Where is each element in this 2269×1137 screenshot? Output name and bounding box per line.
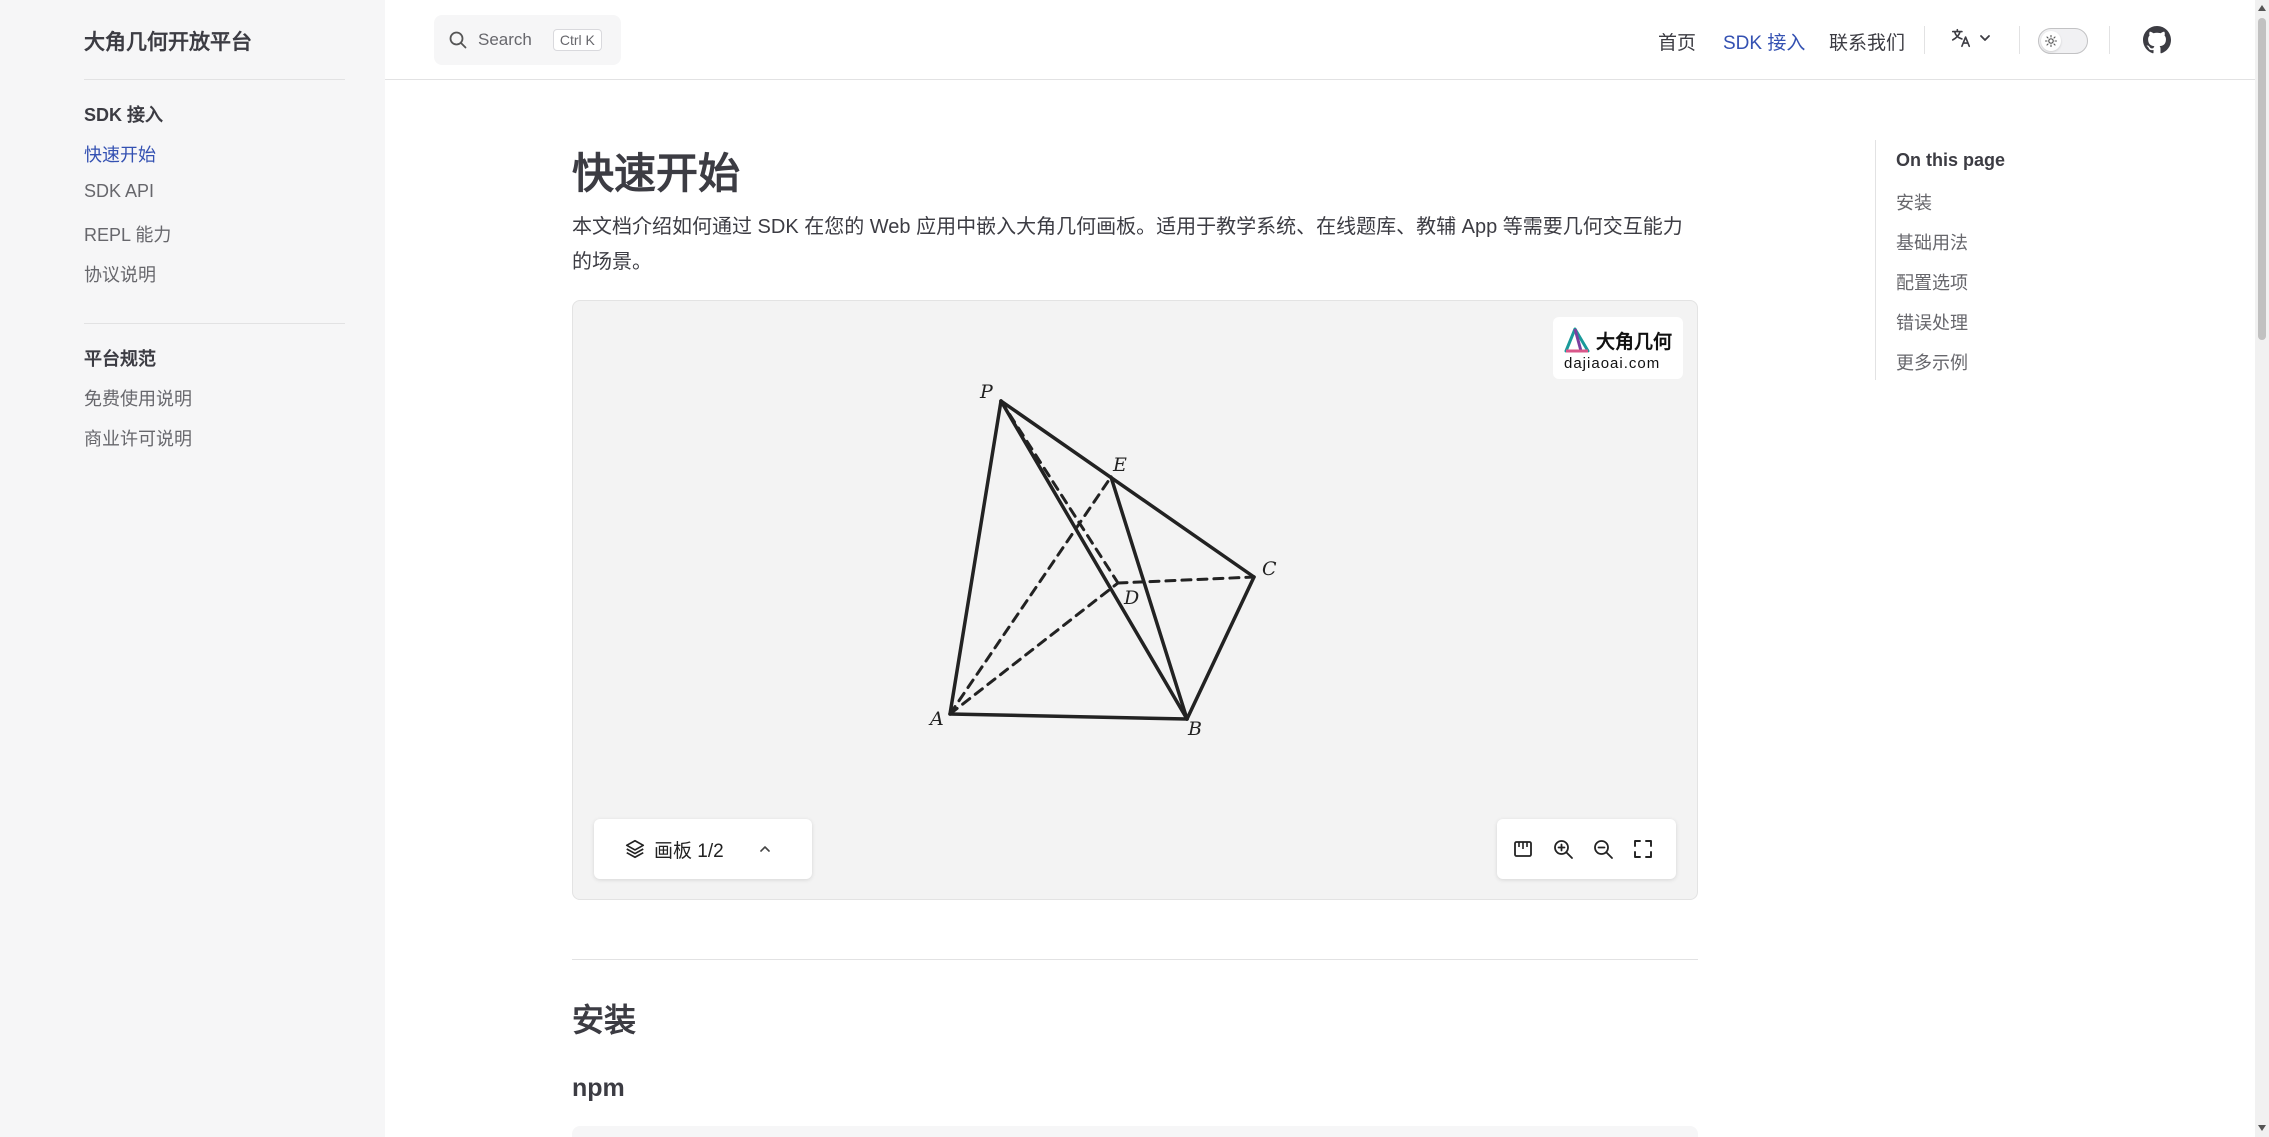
point-label-b: B: [1187, 718, 1202, 740]
section-title-install: 安装: [572, 1002, 637, 1038]
point-label-d: D: [1123, 587, 1139, 609]
search-icon: [449, 31, 467, 49]
zoom-in-icon[interactable]: [1551, 837, 1575, 861]
outline-item-install[interactable]: 安装: [1896, 189, 1932, 215]
fullscreen-icon[interactable]: [1631, 837, 1655, 861]
outline-title: On this page: [1896, 150, 2006, 170]
scrollbar[interactable]: [2255, 0, 2269, 1137]
sidebar: 大角几何开放平台 SDK 接入 快速开始 SDK API REPL 能力 协议说…: [0, 0, 385, 1137]
search-label: Search: [478, 30, 532, 49]
edge-eb: [1109, 475, 1189, 721]
chevron-down-icon: [1980, 35, 1990, 41]
edge-pb: [999, 399, 1189, 721]
section-divider: [572, 959, 1698, 960]
search-button[interactable]: Search Ctrl K: [434, 15, 621, 65]
page-title: 快速开始: [572, 150, 741, 197]
scrollbar-thumb[interactable]: [2258, 18, 2266, 340]
layer-label: 画板 1/2: [654, 840, 724, 862]
translate-icon: [1951, 28, 1971, 48]
top-nav: Search Ctrl K 首页 SDK 接入 联系我们: [385, 0, 2257, 80]
sidebar-item-repl[interactable]: REPL 能力: [84, 221, 171, 247]
point-label-c: C: [1262, 558, 1277, 580]
edge-pc: [999, 399, 1256, 579]
geometry-figure: P E C D A B: [928, 381, 1277, 740]
layer-selector-button[interactable]: 画板 1/2: [594, 819, 812, 879]
sidebar-item-quickstart[interactable]: 快速开始: [84, 141, 156, 167]
sidebar-divider: [84, 79, 345, 80]
github-icon[interactable]: [2143, 26, 2171, 54]
outline-item-more-examples[interactable]: 更多示例: [1896, 349, 1968, 375]
ruler-icon[interactable]: [1511, 837, 1535, 861]
nav-link-contact[interactable]: 联系我们: [1829, 28, 1905, 55]
site-title[interactable]: 大角几何开放平台: [84, 26, 252, 56]
brand-logo: 大角几何 dajiaoai.com: [1553, 317, 1683, 379]
edge-pa: [948, 399, 1003, 716]
nav-separator: [1924, 26, 1925, 54]
chevron-up-icon: [759, 846, 770, 852]
intro-paragraph: 本文档介绍如何通过 SDK 在您的 Web 应用中嵌入大角几何画板。适用于教学系…: [572, 216, 1683, 273]
subsection-title-npm: npm: [572, 1074, 625, 1102]
point-label-a: A: [928, 708, 944, 730]
edge-pd: [999, 399, 1120, 585]
outline-item-config[interactable]: 配置选项: [1896, 269, 1968, 295]
sidebar-section-title-sdk: SDK 接入: [84, 105, 164, 125]
code-block: [572, 1126, 1698, 1137]
outline-item-error-handling[interactable]: 错误处理: [1896, 309, 1968, 335]
language-switcher[interactable]: [1950, 27, 1992, 49]
sidebar-section-title-platform: 平台规范: [84, 349, 156, 369]
sidebar-divider: [84, 323, 345, 324]
edge-ab: [948, 712, 1189, 721]
brand-logo-mark: [1564, 327, 1590, 353]
edge-ad: [948, 581, 1120, 716]
scroll-down-arrow[interactable]: [2258, 1125, 2266, 1131]
brand-url: dajiaoai.com: [1564, 355, 1661, 372]
sidebar-item-sdk-api[interactable]: SDK API: [84, 181, 154, 202]
scroll-up-arrow[interactable]: [2258, 5, 2266, 11]
outline-item-basic-usage[interactable]: 基础用法: [1896, 229, 1968, 255]
sidebar-item-commercial-license[interactable]: 商业许可说明: [84, 425, 192, 451]
nav-link-sdk[interactable]: SDK 接入: [1723, 28, 1805, 55]
brand-name: 大角几何: [1596, 332, 1673, 353]
edge-ae: [948, 475, 1113, 716]
edge-dc: [1116, 575, 1256, 585]
outline-bar: [1875, 140, 1876, 380]
theme-toggle[interactable]: [2038, 28, 2088, 54]
sidebar-item-free-usage[interactable]: 免费使用说明: [84, 385, 192, 411]
point-label-e: E: [1112, 454, 1127, 476]
zoom-out-icon[interactable]: [1591, 837, 1615, 861]
layers-icon: [625, 839, 645, 859]
nav-link-home[interactable]: 首页: [1658, 28, 1696, 55]
point-label-p: P: [979, 381, 994, 403]
nav-separator: [2109, 26, 2110, 54]
edge-bc: [1185, 575, 1256, 721]
geometry-canvas[interactable]: P E C D A B 大角几何 dajiaoai.com 画板 1/2: [572, 300, 1698, 900]
nav-separator: [2019, 26, 2020, 54]
sidebar-item-protocol[interactable]: 协议说明: [84, 261, 156, 287]
canvas-toolbar: [1497, 819, 1676, 879]
sun-icon: [2041, 31, 2061, 51]
search-shortcut: Ctrl K: [552, 29, 602, 51]
